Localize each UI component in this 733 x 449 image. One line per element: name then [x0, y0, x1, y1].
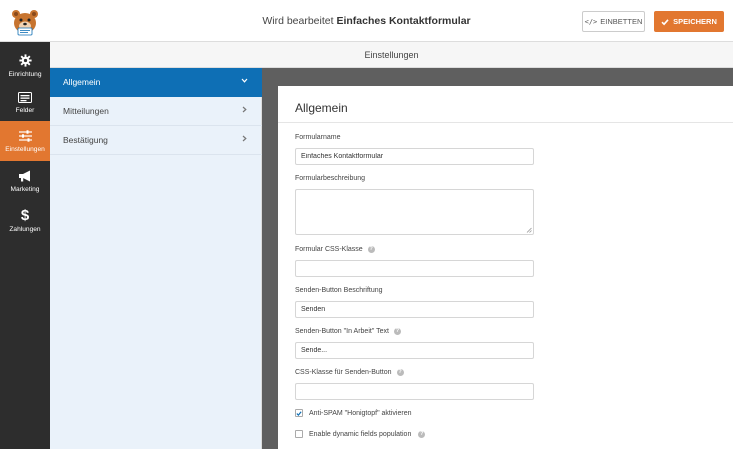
settings-nav: Allgemein Mitteilungen Bestätigung	[50, 68, 262, 449]
wpforms-logo[interactable]	[0, 0, 50, 42]
dynamic-fields-label: Enable dynamic fields population	[309, 430, 412, 438]
builder-sidebar: Einrichtung Felder Einstellungen Marketi…	[0, 42, 50, 449]
sidebar-item-label: Felder	[15, 107, 35, 114]
submit-text-input[interactable]	[295, 301, 534, 318]
top-bar: Wird bearbeitet Einfaches Kontaktformula…	[0, 0, 733, 42]
processing-text-label: Senden-Button "In Arbeit" Text ?	[295, 328, 401, 335]
embed-button-label: EINBETTEN	[600, 17, 643, 26]
panel-divider	[278, 122, 733, 123]
checkmark-icon	[296, 410, 302, 416]
checkmark-icon	[661, 18, 669, 25]
gear-icon	[18, 54, 32, 67]
help-icon[interactable]: ?	[393, 328, 401, 335]
honeypot-checkbox[interactable]	[295, 409, 303, 417]
general-settings-panel: Allgemein Formularname Formularbeschreib…	[278, 86, 733, 449]
sidebar-item-label: Einrichtung	[8, 71, 42, 78]
settings-nav-item-confirmation[interactable]: Bestätigung	[50, 126, 262, 155]
settings-nav-label: Allgemein	[63, 77, 101, 87]
resize-grip-icon[interactable]	[526, 227, 532, 233]
help-icon[interactable]: ?	[396, 369, 404, 376]
fields-icon	[18, 92, 32, 103]
css-class-label: Formular CSS-Klasse ?	[295, 246, 375, 253]
save-button-label: SPEICHERN	[673, 17, 717, 26]
megaphone-icon	[19, 170, 30, 181]
submit-text-label: Senden-Button Beschriftung	[295, 287, 383, 294]
panel-title: Allgemein	[295, 101, 348, 115]
form-name-title: Einfaches Kontaktformular	[336, 15, 471, 27]
dynamic-fields-checkbox-row[interactable]: Enable dynamic fields population ?	[295, 430, 426, 438]
submit-css-input[interactable]	[295, 383, 534, 400]
chevron-right-icon	[242, 106, 247, 113]
settings-nav-label: Mitteilungen	[63, 106, 109, 116]
help-icon[interactable]: ?	[367, 246, 375, 253]
help-icon[interactable]: ?	[418, 430, 426, 438]
form-name-label-text: Formularname	[295, 134, 341, 141]
sidebar-item-label: Einstellungen	[5, 145, 45, 153]
sidebar-item-marketing[interactable]: Marketing	[0, 161, 50, 201]
submit-css-label: CSS-Klasse für Senden-Button ?	[295, 369, 404, 376]
save-button[interactable]: SPEICHERN	[654, 11, 724, 32]
section-header: Einstellungen	[50, 42, 733, 68]
code-icon: </>	[584, 17, 598, 26]
form-name-input[interactable]	[295, 148, 534, 165]
sidebar-item-payments[interactable]: $ Zahlungen	[0, 201, 50, 241]
honeypot-label: Anti-SPAM "Honigtopf" aktivieren	[309, 409, 412, 417]
form-name-label: Formularname	[295, 134, 341, 141]
honeypot-checkbox-row[interactable]: Anti-SPAM "Honigtopf" aktivieren	[295, 409, 412, 417]
sidebar-item-setup[interactable]: Einrichtung	[0, 46, 50, 86]
form-description-label: Formularbeschreibung	[295, 175, 365, 182]
css-class-label-text: Formular CSS-Klasse	[295, 246, 363, 253]
processing-text-input[interactable]	[295, 342, 534, 359]
chevron-down-icon	[241, 78, 248, 83]
settings-nav-label: Bestätigung	[63, 135, 108, 145]
sidebar-item-label: Marketing	[10, 185, 40, 193]
submit-text-label-text: Senden-Button Beschriftung	[295, 287, 383, 294]
chevron-right-icon	[242, 135, 247, 142]
submit-css-label-text: CSS-Klasse für Senden-Button	[295, 369, 392, 376]
sidebar-item-label: Zahlungen	[9, 226, 41, 233]
editing-prefix: Wird bearbeitet	[262, 15, 334, 27]
sliders-icon	[18, 129, 32, 142]
settings-nav-item-general[interactable]: Allgemein	[50, 68, 262, 97]
sidebar-item-fields[interactable]: Felder	[0, 83, 50, 123]
processing-text-label-text: Senden-Button "In Arbeit" Text	[295, 328, 389, 335]
form-description-label-text: Formularbeschreibung	[295, 175, 366, 182]
css-class-input[interactable]	[295, 260, 534, 277]
form-description-textarea[interactable]	[295, 189, 534, 235]
sidebar-item-settings[interactable]: Einstellungen	[0, 121, 50, 161]
dynamic-fields-checkbox[interactable]	[295, 430, 303, 438]
dollar-icon: $	[20, 207, 30, 224]
settings-nav-item-notifications[interactable]: Mitteilungen	[50, 97, 262, 126]
embed-button[interactable]: </> EINBETTEN	[582, 11, 645, 32]
